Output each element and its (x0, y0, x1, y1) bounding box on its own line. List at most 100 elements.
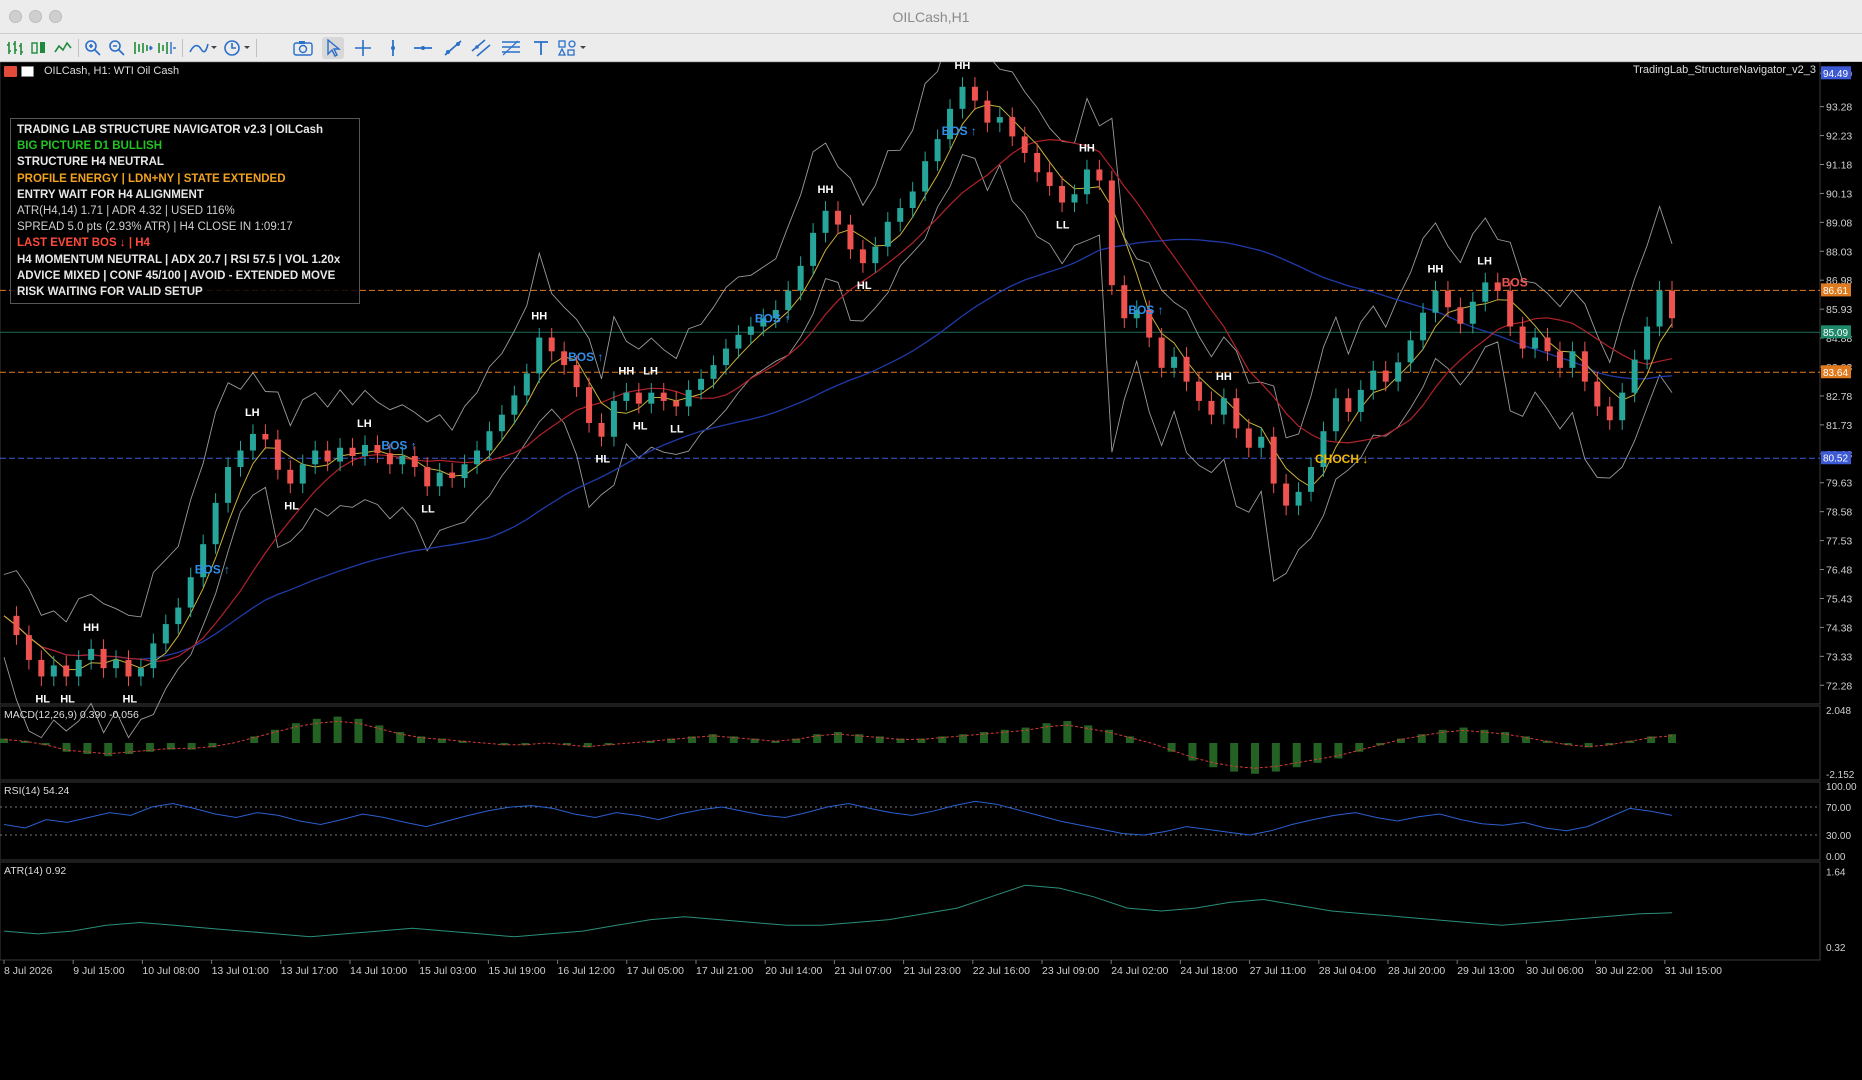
candle-body (225, 467, 232, 503)
chart-menu-icon[interactable] (4, 65, 17, 77)
price-tag-label: 80.52 (1823, 454, 1848, 465)
candle-body (536, 337, 543, 374)
structure-dashboard: TRADING LAB STRUCTURE NAVIGATOR v2.3 | O… (10, 118, 360, 304)
candle-body (1208, 400, 1215, 415)
candle-body (959, 86, 966, 109)
autoscroll-icon[interactable] (132, 37, 154, 59)
candle-body (598, 422, 605, 437)
candle-body (1606, 406, 1613, 421)
candle-body (1283, 483, 1290, 506)
candle-body (1270, 436, 1277, 484)
candle-body (1059, 185, 1066, 203)
time-tick-label: 22 Jul 16:00 (973, 965, 1030, 977)
structure-label: BOS ↑ (942, 124, 977, 138)
horizontal-line-icon[interactable] (412, 37, 434, 59)
line-chart-icon[interactable] (52, 37, 74, 59)
candles-icon[interactable] (28, 37, 50, 59)
candle-body (1295, 491, 1302, 506)
macd-histogram-bar (1188, 743, 1197, 761)
structure-label: HH (954, 62, 970, 72)
time-tick-label: 13 Jul 01:00 (212, 965, 269, 977)
candle-body (1556, 351, 1563, 368)
candle-body (337, 447, 344, 462)
candle-body (175, 607, 182, 625)
macd-histogram-bar (1251, 743, 1259, 774)
time-tick-label: 14 Jul 10:00 (350, 965, 407, 977)
candle-body (971, 86, 978, 101)
price-tag-label: 85.09 (1823, 328, 1848, 339)
crosshair-icon[interactable] (352, 37, 374, 59)
title-bar: OILCash,H1 (0, 0, 1862, 34)
candle-body (461, 464, 468, 479)
candle-body (100, 648, 107, 669)
fibonacci-icon[interactable] (500, 37, 522, 59)
structure-label: HL (35, 693, 50, 705)
rsi-pane-frame (0, 781, 1821, 861)
time-tick-label: 27 Jul 11:00 (1250, 965, 1307, 977)
candle-body (698, 378, 705, 390)
window-title: OILCash,H1 (892, 9, 970, 25)
candle-body (1034, 152, 1041, 173)
structure-label: BOS ↑ (195, 562, 230, 576)
text-icon[interactable] (530, 37, 552, 59)
candle-body (1096, 169, 1103, 181)
candle-body (38, 659, 45, 677)
candle-body (324, 450, 331, 462)
structure-label: HH (1216, 371, 1232, 383)
macd-histogram-bar (333, 716, 342, 743)
rsi-axis-label: 70.00 (1826, 803, 1851, 814)
candle-body (1183, 356, 1190, 382)
structure-label: BOS (1502, 276, 1528, 290)
candle-body (1108, 180, 1115, 286)
candle-body (1308, 467, 1315, 492)
channel-icon[interactable] (470, 37, 492, 59)
candle-body (1482, 282, 1489, 302)
candle-body (1444, 290, 1451, 308)
candle-body (1581, 351, 1588, 382)
candle-body (835, 210, 841, 225)
shapes-icon[interactable] (556, 37, 590, 59)
chart-props-icon[interactable] (21, 65, 34, 77)
macd-histogram-bar (1042, 723, 1051, 743)
price-tick-label: 74.38 (1826, 622, 1852, 634)
candle-body (1071, 194, 1078, 203)
screenshot-icon[interactable] (292, 37, 314, 59)
trendline-icon[interactable] (442, 37, 464, 59)
candle-body (150, 643, 157, 669)
candle-body (1656, 290, 1663, 327)
structure-label: HH (531, 311, 547, 323)
candle-body (610, 400, 617, 437)
atr-axis-label: 1.64 (1826, 867, 1846, 878)
structure-label: HH (83, 622, 99, 634)
dashboard-line: RISK WAITING FOR VALID SETUP (17, 286, 203, 299)
indicators-icon[interactable] (188, 37, 218, 59)
time-tick-label: 9 Jul 15:00 (73, 965, 125, 977)
candle-body (436, 472, 443, 487)
candle-body (1469, 301, 1476, 324)
candle-body (50, 665, 57, 677)
time-tick-label: 28 Jul 04:00 (1319, 965, 1376, 977)
zoom-out-icon[interactable] (106, 37, 128, 59)
chart-shift-icon[interactable] (156, 37, 178, 59)
atr-pane-frame (0, 861, 1821, 961)
rsi-axis-label: 30.00 (1826, 831, 1851, 842)
candle-body (1519, 326, 1526, 349)
vertical-line-icon[interactable] (382, 37, 404, 59)
candle-body (909, 191, 916, 209)
zoom-in-icon[interactable] (82, 37, 104, 59)
time-tick-label: 15 Jul 19:00 (488, 965, 545, 977)
candle-body (623, 392, 630, 401)
price-tick-label: 93.28 (1826, 102, 1852, 114)
periods-icon[interactable] (222, 37, 252, 59)
candle-body (785, 290, 792, 310)
structure-label: HL (857, 280, 872, 292)
chart-bars-icon[interactable] (4, 37, 26, 59)
cursor-icon[interactable] (322, 37, 344, 59)
price-tick-label: 72.28 (1826, 680, 1852, 692)
time-tick-label: 21 Jul 23:00 (904, 965, 961, 977)
dashboard-line: BIG PICTURE D1 BULLISH (17, 140, 163, 153)
structure-label: LH (357, 418, 372, 430)
candle-body (1494, 282, 1501, 291)
candle-body (1544, 337, 1551, 352)
chart-symbol-label: OILCash, H1: WTI Oil Cash (44, 65, 180, 77)
